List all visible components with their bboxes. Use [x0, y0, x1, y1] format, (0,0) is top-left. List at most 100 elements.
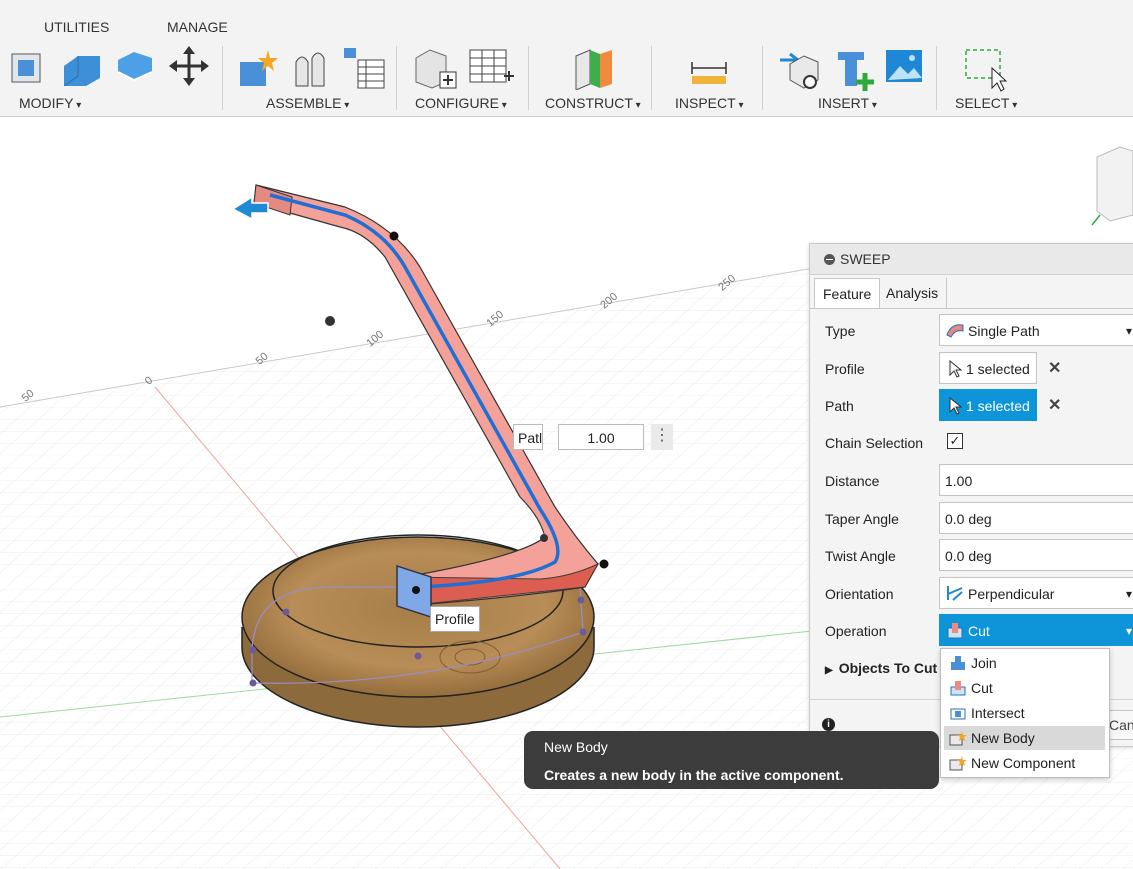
select-menu[interactable]: SELECT — [955, 95, 1017, 111]
toolbar-divider — [651, 46, 652, 110]
taper-angle-label: Taper Angle — [825, 511, 899, 527]
profile-value: 1 selected — [966, 361, 1030, 377]
option-join[interactable]: Join — [944, 651, 1105, 675]
chain-selection-label: Chain Selection — [825, 435, 924, 451]
type-label: Type — [825, 323, 856, 339]
chain-selection-checkbox[interactable]: ✓ — [947, 433, 963, 449]
cancel-button[interactable]: Can — [1108, 710, 1133, 740]
single-path-icon — [946, 324, 964, 338]
path-point[interactable] — [540, 534, 548, 542]
tab-manage[interactable]: MANAGE — [167, 19, 228, 35]
assemble-group: ASSEMBLE — [230, 40, 390, 114]
option-new-component[interactable]: New Component — [944, 751, 1105, 775]
clear-profile-icon[interactable]: ✕ — [1048, 358, 1061, 378]
plane-icon[interactable] — [572, 46, 616, 90]
orientation-dropdown[interactable]: Perpendicular — [939, 577, 1133, 610]
twist-angle-input[interactable]: 0.0 deg — [939, 539, 1133, 571]
orientation-label: Orientation — [825, 586, 894, 602]
cut-icon — [950, 681, 966, 696]
twist-row: Twist Angle 0.0 deg — [810, 539, 1133, 573]
select-window-icon[interactable] — [962, 46, 1008, 92]
collapse-icon[interactable] — [824, 254, 835, 265]
toolbar-divider — [396, 46, 397, 110]
tab-utilities[interactable]: UTILITIES — [44, 19, 109, 35]
new-component-icon[interactable] — [236, 46, 280, 90]
configure-menu[interactable]: CONFIGURE — [415, 95, 507, 111]
path-point[interactable] — [389, 231, 399, 241]
toolbar-divider — [222, 46, 223, 110]
move-icon[interactable] — [168, 46, 210, 86]
orientation-value: Perpendicular — [968, 586, 1055, 602]
taper-angle-input[interactable]: 0.0 deg — [939, 502, 1133, 534]
cut-icon — [947, 623, 963, 639]
profile-label: Profile — [430, 606, 480, 632]
cursor-icon — [949, 360, 962, 378]
insert-menu[interactable]: INSERT — [818, 95, 877, 111]
cursor-icon — [949, 397, 962, 415]
objects-to-cut-section[interactable]: Objects To Cut — [825, 660, 938, 676]
option-cut[interactable]: Cut — [944, 676, 1105, 700]
option-intersect[interactable]: Intersect — [944, 701, 1105, 725]
joint-icon[interactable] — [290, 46, 330, 90]
operation-row: Operation Cut — [810, 614, 1133, 648]
toolbar: UTILITIES MANAGE MODIFY ASSEMBLE CONFIGU… — [0, 0, 1133, 117]
perpendicular-icon — [947, 586, 963, 601]
path-distance-input[interactable]: 1.00 — [558, 424, 644, 450]
toolbar-divider — [528, 46, 529, 110]
orientation-row: Orientation Perpendicular — [810, 577, 1133, 611]
insert-mcmaster-icon[interactable] — [832, 46, 876, 92]
operation-label: Operation — [825, 623, 887, 639]
new-body-icon — [949, 731, 967, 746]
insert-link-icon[interactable] — [778, 46, 822, 92]
select-group: SELECT — [944, 40, 1044, 114]
tooltip-title: New Body — [544, 739, 608, 755]
distance-label: Distance — [825, 473, 880, 489]
type-row: Type Single Path — [810, 314, 1133, 348]
operation-value: Cut — [968, 623, 990, 639]
intersect-icon — [950, 708, 966, 720]
path-field-label: Path — [825, 398, 854, 414]
shell-icon[interactable] — [114, 46, 156, 86]
toolbar-divider — [762, 46, 763, 110]
modify-menu[interactable]: MODIFY — [19, 95, 81, 111]
toolbar-divider — [936, 46, 937, 110]
type-dropdown[interactable]: Single Path — [939, 314, 1133, 347]
configure-icon[interactable] — [412, 46, 458, 90]
tab-feature[interactable]: Feature — [814, 278, 881, 309]
construct-menu[interactable]: CONSTRUCT — [545, 95, 641, 111]
view-cube[interactable] — [1096, 146, 1133, 222]
table-icon[interactable] — [342, 46, 386, 90]
tab-analysis[interactable]: Analysis — [878, 278, 948, 308]
operation-dropdown[interactable]: Cut — [939, 614, 1133, 647]
fillet-icon[interactable] — [60, 46, 104, 86]
inspect-group: INSPECT — [660, 40, 760, 114]
profile-select-button[interactable]: 1 selected — [939, 352, 1037, 384]
measure-icon[interactable] — [688, 46, 730, 90]
sweep-header[interactable]: SWEEP — [810, 244, 1133, 275]
press-pull-icon[interactable] — [8, 46, 48, 86]
tooltip: New Body Creates a new body in the activ… — [524, 731, 939, 789]
insert-image-icon[interactable] — [884, 46, 924, 86]
type-value: Single Path — [968, 323, 1040, 339]
path-select-button[interactable]: 1 selected — [939, 389, 1037, 421]
config-table-icon[interactable] — [468, 46, 514, 90]
distance-row: Distance 1.00 — [810, 464, 1133, 498]
path-row: Path 1 selected ✕ — [810, 389, 1133, 423]
tooltip-description: Creates a new body in the active compone… — [544, 767, 844, 783]
path-point[interactable] — [599, 559, 609, 569]
origin-point[interactable] — [325, 316, 335, 326]
assemble-menu[interactable]: ASSEMBLE — [266, 95, 349, 111]
insert-group: INSERT — [770, 40, 930, 114]
option-new-body[interactable]: New Body — [944, 726, 1105, 750]
inspect-menu[interactable]: INSPECT — [675, 95, 744, 111]
more-options-icon[interactable]: ⋮ — [651, 424, 673, 450]
path-label: Patl — [513, 424, 543, 450]
path-point[interactable] — [412, 586, 420, 594]
operation-options-list: Join Cut Intersect New Body New Componen… — [940, 648, 1110, 778]
clear-path-icon[interactable]: ✕ — [1048, 395, 1061, 415]
profile-row: Profile 1 selected ✕ — [810, 352, 1133, 386]
construct-group: CONSTRUCT — [536, 40, 646, 114]
distance-input[interactable]: 1.00 — [939, 464, 1133, 496]
info-icon[interactable]: i — [822, 718, 835, 731]
new-component-icon — [949, 756, 967, 771]
